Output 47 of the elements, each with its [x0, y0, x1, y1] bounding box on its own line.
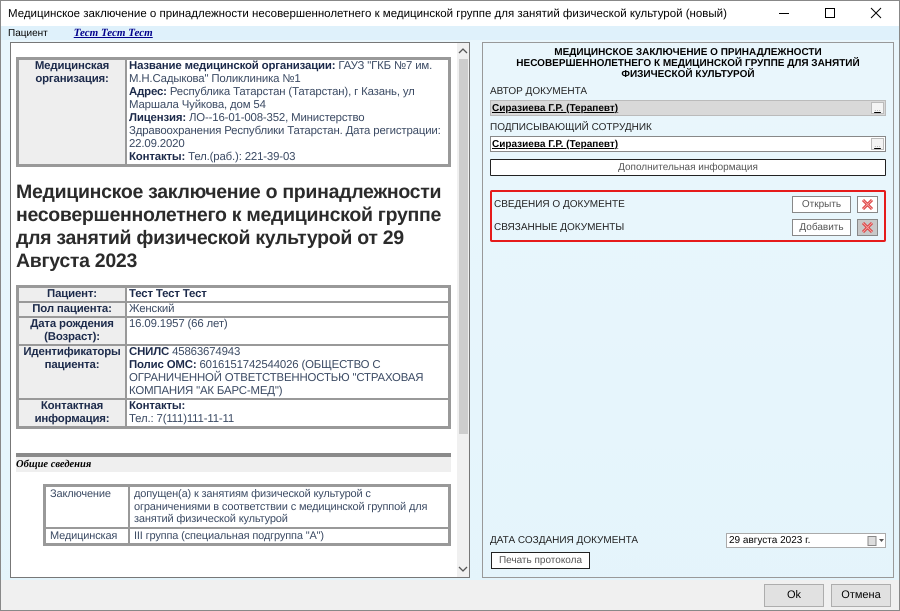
document-heading: Медицинское заключение о принадлежности несовершеннолетнего к медицинской группе для занятий физической культурой от 29 Августа 2023 — [16, 181, 442, 274]
patient-label: Пациент — [8, 28, 48, 39]
table-cell: Медицинская — [45, 528, 129, 544]
cell-text: Лицензия: ЛО--16-01-008-352, Министерство Здравоохранения Республики Татарстан. Дата регистрации: 22.09.2020 — [129, 112, 442, 152]
employee-field[interactable]: Сиразиева Г.Р. (Терапевт) ... — [490, 136, 886, 152]
print-button[interactable]: Печать протокола — [491, 552, 590, 570]
date-field[interactable]: 29 августа 2023 г. — [726, 533, 886, 548]
scroll-down-icon[interactable] — [458, 565, 468, 574]
table-cell: Заключение — [45, 486, 129, 528]
date-label: ДАТА СОЗДАНИЯ ДОКУМЕНТА — [490, 535, 638, 546]
section-label: СВЯЗАННЫЕ ДОКУМЕНТЫ — [494, 222, 626, 234]
table-cell: Медицинская организация: — [18, 59, 126, 166]
table-cell: Контактная информация: — [18, 399, 126, 428]
field-label: АВТОР ДОКУМЕНТА — [490, 86, 588, 98]
section-button[interactable]: Открыть — [792, 196, 851, 214]
cell-text: Адрес: Республика Татарстан (Татарстан), г Казань, ул Маршала Чуйкова, дом 54 — [129, 86, 416, 112]
cell-text: Женский — [129, 303, 176, 316]
cell-text: Тест Тест Тест — [129, 288, 208, 302]
cell-text: Тел.: 7(111)111-11-11 — [129, 413, 236, 426]
cell-text: 16.09.1957 (66 лет) — [129, 318, 229, 332]
delete-icon — [861, 221, 874, 234]
table-cell: Идентификаторы пациента: — [18, 345, 126, 400]
cell-text: Полис ОМС: 6016151742544026 (ОБЩЕСТВО С ОГРАНИЧЕННОЙ ОТВЕТСТВЕННОСТЬЮ "СТРАХОВАЯ КОМПАНИЯ "АК БАРС-МЕД") — [129, 359, 424, 398]
table-cell: Пол пациента: — [18, 302, 126, 318]
delete-button[interactable] — [857, 219, 878, 236]
dialog-button[interactable]: Отмена — [831, 584, 891, 607]
table-cell: III группа (специальная подгруппа "А") — [129, 528, 449, 544]
cell-text: Контакты: — [129, 400, 186, 414]
section-button[interactable]: Добавить — [792, 219, 851, 236]
section-title: Общие сведения — [16, 453, 451, 472]
section-label: СВЕДЕНИЯ О ДОКУМЕНТЕ — [494, 199, 626, 210]
panel-title: МЕДИЦИНСКОЕ ЗАКЛЮЧЕНИЕ О ПРИНАДЛЕЖНОСТИ НЕСОВЕРШЕННОЛЕТНЕГО К МЕДИЦИНСКОЙ ГРУППЕ ДЛЯ ЗАНЯТИЙ ФИЗИЧЕСКОЙ КУЛЬТУРОЙ — [515, 47, 861, 80]
patient-link[interactable]: Тест Тест Тест — [74, 27, 153, 40]
table-cell: допущен(а) к занятиям физической культурой с ограничениями в соответствии с медицинской группой для занятий физической культурой — [129, 486, 449, 528]
table-cell: Пациент: — [18, 287, 126, 302]
table-cell: Дата рождения (Возраст): — [18, 317, 126, 346]
cell-text: СНИЛС 45863674943 — [129, 346, 242, 360]
delete-button[interactable] — [857, 196, 878, 214]
field-label: ПОДПИСЫВАЮЩИЙ СОТРУДНИК — [490, 122, 653, 134]
window-title: Медицинское заключение о принадлежности несовершеннолетнего к медицинской группе для занятий физической культурой (новый) — [8, 8, 728, 20]
cell-text: Название медицинской организации: ГАУЗ "ГКБ №7 им. М.Н.Садыкова" Поликлиника №1 — [129, 60, 434, 86]
delete-icon — [861, 198, 874, 212]
calendar-icon[interactable] — [867, 536, 885, 546]
scroll-up-icon[interactable] — [458, 47, 468, 56]
additional-info-button[interactable]: Дополнительная информация — [490, 159, 886, 176]
cell-text: Контакты: Тел.(раб.): 221-39-03 — [129, 151, 296, 164]
dialog-button[interactable]: Ok — [764, 584, 824, 607]
